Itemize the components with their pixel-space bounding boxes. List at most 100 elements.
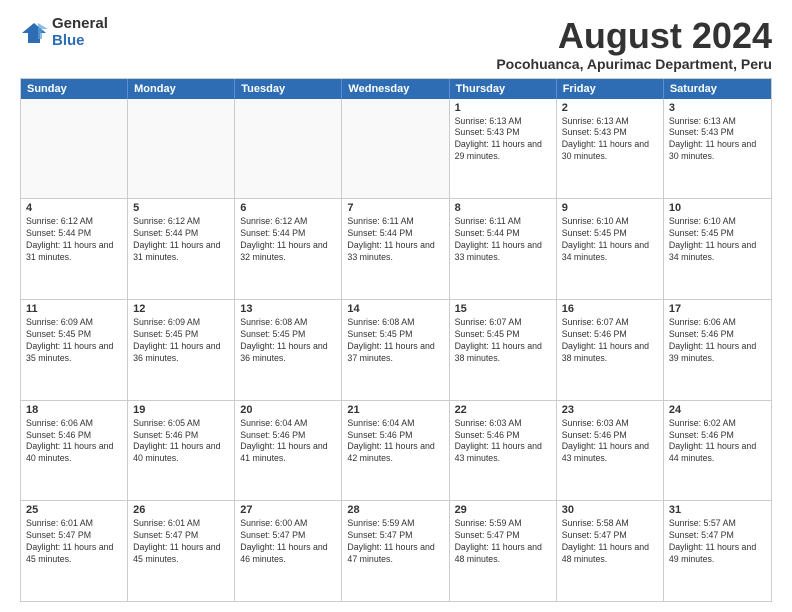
- day-info: Sunrise: 6:13 AM Sunset: 5:43 PM Dayligh…: [455, 116, 551, 164]
- day-number: 1: [455, 102, 551, 114]
- day-number: 13: [240, 303, 336, 315]
- header-day-saturday: Saturday: [664, 79, 771, 99]
- day-number: 9: [562, 202, 658, 214]
- day-number: 29: [455, 504, 551, 516]
- day-cell-3: 3 Sunrise: 6:13 AM Sunset: 5:43 PM Daylig…: [664, 99, 771, 199]
- day-info: Sunrise: 6:01 AM Sunset: 5:47 PM Dayligh…: [26, 518, 122, 566]
- day-number: 18: [26, 404, 122, 416]
- day-cell-18: 18Sunrise: 6:06 AM Sunset: 5:46 PM Dayli…: [21, 401, 128, 501]
- page: General Blue August 2024 Pocohuanca, Apu…: [0, 0, 792, 612]
- day-cell-6: 6 Sunrise: 6:12 AM Sunset: 5:44 PM Daylig…: [235, 199, 342, 299]
- day-number: 30: [562, 504, 658, 516]
- header-day-tuesday: Tuesday: [235, 79, 342, 99]
- logo-blue-text: Blue: [52, 33, 108, 50]
- day-info: Sunrise: 6:02 AM Sunset: 5:46 PM Dayligh…: [669, 418, 766, 466]
- day-number: 2: [562, 102, 658, 114]
- day-cell-22: 22Sunrise: 6:03 AM Sunset: 5:46 PM Dayli…: [450, 401, 557, 501]
- day-cell-12: 12 Sunrise: 6:09 AM Sunset: 5:45 PM Dayli…: [128, 300, 235, 400]
- day-info: Sunrise: 6:10 AM Sunset: 5:45 PM Dayligh…: [562, 216, 658, 264]
- day-cell-19: 19 Sunrise: 6:05 AM Sunset: 5:46 PM Dayli…: [128, 401, 235, 501]
- header-day-wednesday: Wednesday: [342, 79, 449, 99]
- day-info: Sunrise: 6:06 AM Sunset: 5:46 PM Dayligh…: [669, 317, 766, 365]
- day-number: 24: [669, 404, 766, 416]
- day-number: 14: [347, 303, 443, 315]
- day-number: 12: [133, 303, 229, 315]
- day-number: 25: [26, 504, 122, 516]
- header: General Blue August 2024 Pocohuanca, Apu…: [20, 16, 772, 72]
- calendar-row-2: 4 Sunrise: 6:12 AM Sunset: 5:44 PM Daylig…: [21, 198, 771, 299]
- day-cell-13: 13 Sunrise: 6:08 AM Sunset: 5:45 PM Dayli…: [235, 300, 342, 400]
- day-info: Sunrise: 6:12 AM Sunset: 5:44 PM Dayligh…: [133, 216, 229, 264]
- day-number: 10: [669, 202, 766, 214]
- empty-cell: [21, 99, 128, 199]
- day-info: Sunrise: 6:08 AM Sunset: 5:45 PM Dayligh…: [347, 317, 443, 365]
- day-number: 23: [562, 404, 658, 416]
- empty-cell: [235, 99, 342, 199]
- day-number: 27: [240, 504, 336, 516]
- day-cell-27: 27Sunrise: 6:00 AM Sunset: 5:47 PM Dayli…: [235, 501, 342, 601]
- day-cell-24: 24 Sunrise: 6:02 AM Sunset: 5:46 PM Dayli…: [664, 401, 771, 501]
- day-number: 11: [26, 303, 122, 315]
- day-info: Sunrise: 5:58 AM Sunset: 5:47 PM Dayligh…: [562, 518, 658, 566]
- calendar-row-1: 1 Sunrise: 6:13 AM Sunset: 5:43 PM Daylig…: [21, 99, 771, 199]
- day-info: Sunrise: 6:05 AM Sunset: 5:46 PM Dayligh…: [133, 418, 229, 466]
- day-cell-7: 7Sunrise: 6:11 AM Sunset: 5:44 PM Daylig…: [342, 199, 449, 299]
- day-info: Sunrise: 6:13 AM Sunset: 5:43 PM Dayligh…: [562, 116, 658, 164]
- subtitle: Pocohuanca, Apurimac Department, Peru: [496, 56, 772, 72]
- day-cell-15: 15Sunrise: 6:07 AM Sunset: 5:45 PM Dayli…: [450, 300, 557, 400]
- day-cell-17: 17 Sunrise: 6:06 AM Sunset: 5:46 PM Dayli…: [664, 300, 771, 400]
- logo-general-text: General: [52, 16, 108, 33]
- main-title: August 2024: [496, 16, 772, 56]
- day-info: Sunrise: 5:57 AM Sunset: 5:47 PM Dayligh…: [669, 518, 766, 566]
- day-number: 17: [669, 303, 766, 315]
- header-day-thursday: Thursday: [450, 79, 557, 99]
- day-number: 26: [133, 504, 229, 516]
- day-cell-10: 10Sunrise: 6:10 AM Sunset: 5:45 PM Dayli…: [664, 199, 771, 299]
- day-number: 28: [347, 504, 443, 516]
- calendar-row-4: 18Sunrise: 6:06 AM Sunset: 5:46 PM Dayli…: [21, 400, 771, 501]
- day-cell-5: 5 Sunrise: 6:12 AM Sunset: 5:44 PM Daylig…: [128, 199, 235, 299]
- day-cell-30: 30 Sunrise: 5:58 AM Sunset: 5:47 PM Dayli…: [557, 501, 664, 601]
- day-cell-2: 2 Sunrise: 6:13 AM Sunset: 5:43 PM Daylig…: [557, 99, 664, 199]
- day-cell-20: 20 Sunrise: 6:04 AM Sunset: 5:46 PM Dayli…: [235, 401, 342, 501]
- day-cell-16: 16 Sunrise: 6:07 AM Sunset: 5:46 PM Dayli…: [557, 300, 664, 400]
- logo-icon: [20, 19, 48, 47]
- day-number: 3: [669, 102, 766, 114]
- day-info: Sunrise: 6:04 AM Sunset: 5:46 PM Dayligh…: [347, 418, 443, 466]
- day-number: 4: [26, 202, 122, 214]
- day-info: Sunrise: 6:04 AM Sunset: 5:46 PM Dayligh…: [240, 418, 336, 466]
- day-info: Sunrise: 5:59 AM Sunset: 5:47 PM Dayligh…: [347, 518, 443, 566]
- day-info: Sunrise: 6:01 AM Sunset: 5:47 PM Dayligh…: [133, 518, 229, 566]
- day-info: Sunrise: 6:09 AM Sunset: 5:45 PM Dayligh…: [26, 317, 122, 365]
- header-day-monday: Monday: [128, 79, 235, 99]
- logo: General Blue: [20, 16, 108, 49]
- day-info: Sunrise: 6:07 AM Sunset: 5:46 PM Dayligh…: [562, 317, 658, 365]
- day-number: 16: [562, 303, 658, 315]
- calendar-header: SundayMondayTuesdayWednesdayThursdayFrid…: [21, 79, 771, 99]
- day-info: Sunrise: 6:03 AM Sunset: 5:46 PM Dayligh…: [562, 418, 658, 466]
- day-info: Sunrise: 5:59 AM Sunset: 5:47 PM Dayligh…: [455, 518, 551, 566]
- calendar-row-5: 25 Sunrise: 6:01 AM Sunset: 5:47 PM Dayli…: [21, 500, 771, 601]
- day-cell-28: 28 Sunrise: 5:59 AM Sunset: 5:47 PM Dayli…: [342, 501, 449, 601]
- day-cell-11: 11 Sunrise: 6:09 AM Sunset: 5:45 PM Dayli…: [21, 300, 128, 400]
- day-number: 15: [455, 303, 551, 315]
- day-number: 19: [133, 404, 229, 416]
- day-info: Sunrise: 6:09 AM Sunset: 5:45 PM Dayligh…: [133, 317, 229, 365]
- day-number: 7: [347, 202, 443, 214]
- header-day-friday: Friday: [557, 79, 664, 99]
- day-number: 31: [669, 504, 766, 516]
- day-info: Sunrise: 6:13 AM Sunset: 5:43 PM Dayligh…: [669, 116, 766, 164]
- day-number: 20: [240, 404, 336, 416]
- calendar-row-3: 11 Sunrise: 6:09 AM Sunset: 5:45 PM Dayli…: [21, 299, 771, 400]
- day-cell-14: 14 Sunrise: 6:08 AM Sunset: 5:45 PM Dayli…: [342, 300, 449, 400]
- day-info: Sunrise: 6:12 AM Sunset: 5:44 PM Dayligh…: [26, 216, 122, 264]
- empty-cell: [342, 99, 449, 199]
- day-number: 21: [347, 404, 443, 416]
- day-number: 22: [455, 404, 551, 416]
- day-cell-8: 8Sunrise: 6:11 AM Sunset: 5:44 PM Daylig…: [450, 199, 557, 299]
- day-number: 5: [133, 202, 229, 214]
- day-info: Sunrise: 6:12 AM Sunset: 5:44 PM Dayligh…: [240, 216, 336, 264]
- day-number: 6: [240, 202, 336, 214]
- day-info: Sunrise: 6:08 AM Sunset: 5:45 PM Dayligh…: [240, 317, 336, 365]
- title-section: August 2024 Pocohuanca, Apurimac Departm…: [496, 16, 772, 72]
